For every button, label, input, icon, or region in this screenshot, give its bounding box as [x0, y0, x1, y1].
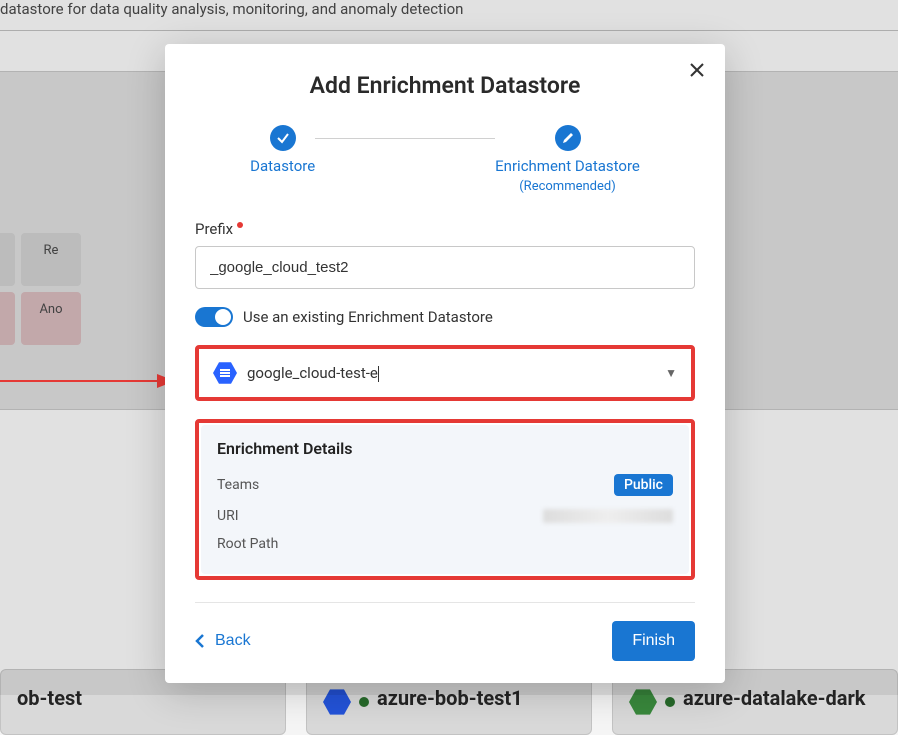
- status-dot-icon: [665, 697, 675, 707]
- pencil-icon: [555, 125, 581, 151]
- divider: [195, 602, 695, 603]
- prefix-input[interactable]: [195, 246, 695, 289]
- back-button[interactable]: Back: [195, 632, 251, 650]
- chevron-left-icon: [195, 634, 205, 648]
- public-badge: Public: [614, 474, 673, 496]
- details-row-root-path: Root Path: [217, 530, 673, 558]
- datastore-type-icon: [213, 361, 237, 385]
- details-row-teams: Teams Public: [217, 468, 673, 502]
- step-datastore[interactable]: Datastore: [250, 125, 315, 175]
- step-label: Datastore: [250, 157, 315, 175]
- toggle-label: Use an existing Enrichment Datastore: [243, 308, 493, 326]
- enrichment-datastore-select[interactable]: google_cloud-test-e ▼: [201, 351, 689, 395]
- redacted-value: [543, 509, 673, 523]
- add-enrichment-modal: Add Enrichment Datastore Datastore Enric…: [165, 44, 725, 683]
- step-connector: [315, 138, 495, 139]
- prefix-label: Prefix: [195, 220, 695, 238]
- check-icon: [270, 125, 296, 151]
- chevron-down-icon: ▼: [665, 366, 677, 380]
- finish-button[interactable]: Finish: [612, 621, 695, 661]
- details-title: Enrichment Details: [217, 439, 673, 458]
- close-button[interactable]: [689, 62, 705, 82]
- enrichment-details-panel: Enrichment Details Teams Public URI Root…: [201, 425, 689, 574]
- step-label: Enrichment Datastore: [495, 157, 640, 175]
- details-row-uri: URI: [217, 502, 673, 530]
- required-indicator-icon: [237, 222, 243, 228]
- use-existing-toggle[interactable]: [195, 307, 233, 327]
- select-value: google_cloud-test-e: [247, 364, 655, 382]
- modal-title: Add Enrichment Datastore: [195, 72, 695, 99]
- stepper: Datastore Enrichment Datastore (Recommen…: [195, 125, 695, 194]
- annotation-highlight: Enrichment Details Teams Public URI Root…: [195, 419, 695, 580]
- annotation-highlight: google_cloud-test-e ▼: [195, 345, 695, 401]
- step-enrichment[interactable]: Enrichment Datastore (Recommended): [495, 125, 640, 194]
- close-icon: [689, 62, 705, 78]
- status-dot-icon: [359, 697, 369, 707]
- step-subtext: (Recommended): [519, 179, 616, 194]
